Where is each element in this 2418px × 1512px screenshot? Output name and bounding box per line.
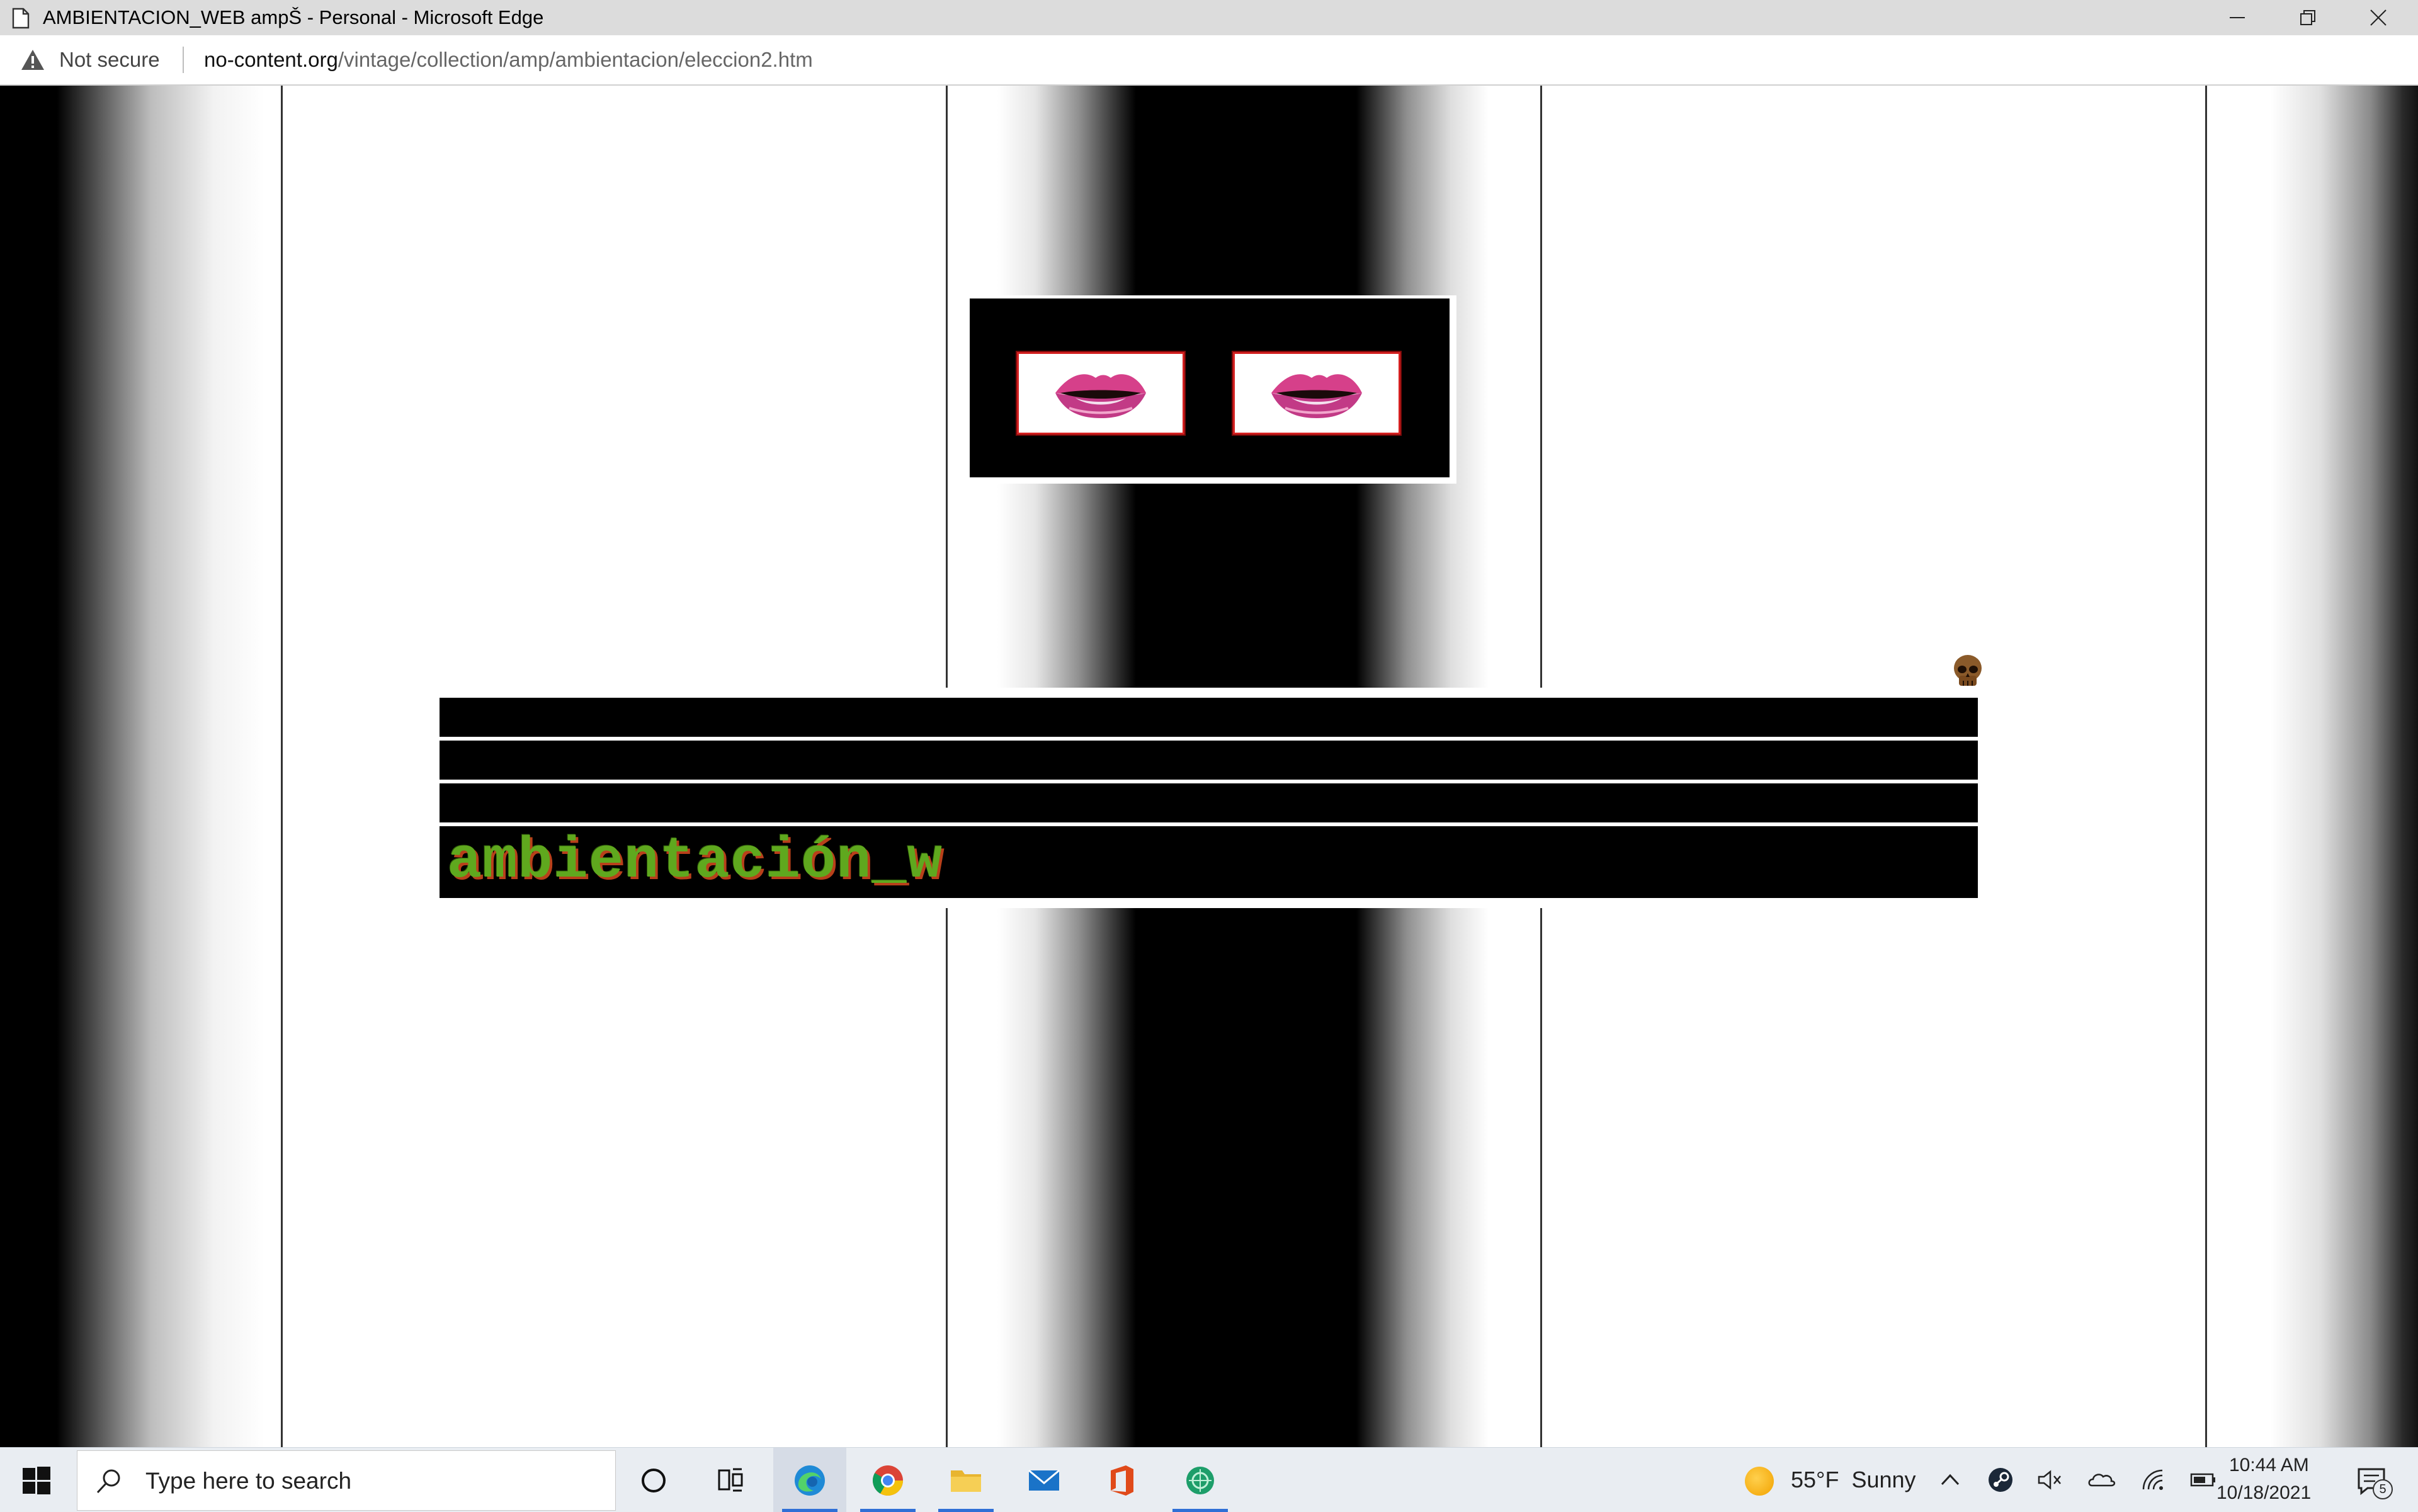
black-bar [440,698,1978,737]
security-status[interactable]: Not secure [59,48,160,72]
right-gradient-stripe [2207,86,2418,1447]
chrome-taskbar-button[interactable] [851,1448,924,1512]
lips-image[interactable] [1016,351,1186,436]
office-taskbar-button[interactable] [1086,1448,1159,1512]
minimize-icon [2230,17,2245,18]
app-icon [1186,1467,1214,1494]
column-divider [1540,86,1542,688]
black-bar [440,741,1978,780]
lips-icon [1271,374,1362,418]
notification-count-badge: 5 [2373,1479,2393,1499]
cortana-button[interactable] [617,1448,690,1512]
mail-taskbar-button[interactable] [1007,1448,1081,1512]
wifi-icon[interactable] [2138,1465,2167,1494]
onedrive-icon[interactable] [2087,1465,2116,1494]
title-bar: AMBIENTACION_WEB ampŠ - Personal - Micro… [0,0,2418,35]
weather-sun-icon[interactable] [1745,1467,1774,1496]
app-taskbar-button[interactable] [1164,1448,1237,1512]
steam-icon[interactable] [1986,1465,2015,1494]
marquee-text: ambientación_w [447,828,943,894]
search-box[interactable]: Type here to search [77,1450,616,1511]
url-host: no-content.org [204,48,338,71]
column-divider [946,86,948,688]
column-divider [281,86,283,1447]
close-icon [2370,9,2387,26]
cortana-icon [642,1469,666,1492]
warning-icon[interactable] [20,48,45,72]
left-gradient-stripe [0,86,282,1447]
restore-button[interactable] [2273,0,2343,35]
weather-condition: Sunny [1851,1467,1916,1492]
volume-muted-icon[interactable] [2035,1465,2064,1494]
mail-icon [1028,1469,1060,1491]
column-divider [1540,908,1542,1447]
document-icon [12,8,30,29]
clock-time[interactable]: 10:44 AM [2229,1454,2309,1477]
chevron-up-icon[interactable] [1936,1465,1965,1494]
weather-widget[interactable]: 55°F Sunny [1791,1467,1916,1493]
lips-icon [1055,374,1146,418]
page-viewport: ambientación_w [0,86,2418,1447]
edge-icon [795,1465,825,1496]
center-gradient-stripe [947,908,1541,1447]
lips-image[interactable] [1232,351,1402,436]
edge-taskbar-button[interactable] [773,1448,846,1512]
task-view-icon [718,1468,743,1492]
marquee-bar: ambientación_w [440,826,1978,898]
task-view-button[interactable] [694,1448,767,1512]
black-bar [440,783,1978,822]
search-placeholder: Type here to search [145,1468,352,1494]
windows-start-icon[interactable] [23,1467,50,1494]
taskbar: Type here to search 55°F Sunny 10:44 AM … [0,1447,2418,1512]
address-bar: Not secure no-content.org/vintage/collec… [0,35,2418,86]
minimize-button[interactable] [2202,0,2273,35]
skull-icon[interactable] [1951,653,1985,688]
file-explorer-icon [951,1470,981,1492]
office-icon [1111,1465,1133,1496]
notification-center-button[interactable]: 5 [2355,1464,2393,1499]
divider [183,47,184,73]
url-path: /vintage/collection/amp/ambientacion/ele… [338,48,813,71]
weather-temp: 55°F [1791,1467,1839,1492]
restore-icon [2300,10,2315,25]
chrome-icon [872,1465,903,1496]
close-button[interactable] [2343,0,2414,35]
url-field[interactable]: no-content.org/vintage/collection/amp/am… [204,48,813,72]
column-divider [2205,86,2207,1447]
clock-date[interactable]: 10/18/2021 [2216,1482,2311,1504]
search-icon [96,1469,120,1494]
window-title: AMBIENTACION_WEB ampŠ - Personal - Micro… [43,6,544,28]
column-divider [946,908,948,1447]
file-explorer-taskbar-button[interactable] [929,1448,1002,1512]
battery-icon[interactable] [2189,1465,2218,1494]
